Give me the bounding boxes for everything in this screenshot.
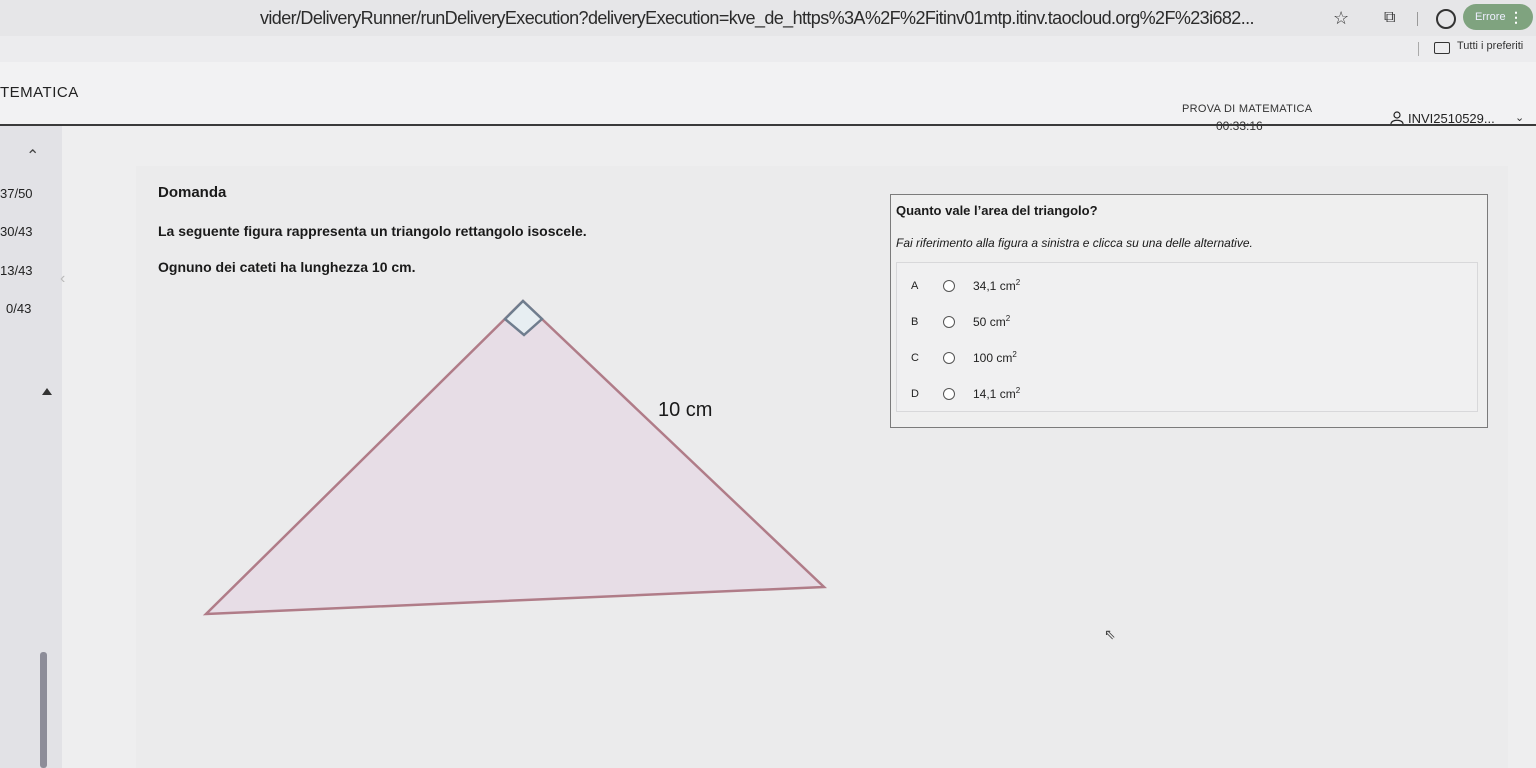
chevron-down-icon[interactable]: ⌄ [1515, 111, 1524, 124]
answer-hint: Fai riferimento alla figura a sinistra e… [896, 236, 1253, 250]
sidebar-item[interactable]: 13/43 [0, 263, 56, 278]
subject-title: TEMATICA [0, 84, 79, 101]
choice-exponent: 2 [1005, 314, 1011, 323]
choice-exponent: 2 [1015, 386, 1021, 395]
scrollbar-thumb[interactable] [40, 652, 47, 768]
choice-letter: A [911, 280, 919, 292]
question-text-2: Ognuno dei cateti ha lunghezza 10 cm. [158, 259, 416, 275]
user-icon [1390, 111, 1404, 125]
sidebar-item[interactable]: 37/50 [0, 186, 56, 201]
error-button[interactable]: Errore ⋮ [1463, 4, 1533, 30]
choice-value: 100 cm2 [973, 350, 1017, 365]
bookmarks-bar: Tutti i preferiti [0, 36, 1536, 62]
chevron-left-icon[interactable]: ‹ [60, 270, 65, 288]
answer-question: Quanto vale l’area del triangolo? [896, 203, 1098, 218]
choice-unit: cm [989, 315, 1006, 329]
choice-exponent: 2 [1015, 278, 1021, 287]
choice-unit: cm [999, 279, 1016, 293]
choice-letter: B [911, 316, 919, 328]
choice-number: 100 [973, 351, 994, 365]
choice-value: 34,1 cm2 [973, 278, 1020, 293]
extensions-icon[interactable]: ⧉ [1384, 9, 1395, 27]
section-sidebar: ⌃ 37/50 30/43 13/43 0/43 [0, 126, 62, 768]
folder-icon[interactable] [1434, 42, 1450, 54]
choice-value: 14,1 cm2 [973, 386, 1020, 401]
all-bookmarks-link[interactable]: Tutti i preferiti [1457, 40, 1523, 52]
browser-toolbar: vider/DeliveryRunner/runDeliveryExecutio… [0, 0, 1536, 37]
radio-icon[interactable] [943, 280, 955, 292]
question-text-1: La seguente figura rappresenta un triang… [158, 223, 587, 239]
choice-c[interactable]: C 100 cm2 [897, 347, 1197, 371]
chevron-up-icon[interactable]: ⌃ [26, 146, 39, 166]
choice-exponent: 2 [1012, 350, 1017, 359]
choice-b[interactable]: B 50 cm2 [897, 311, 1197, 335]
address-bar[interactable]: vider/DeliveryRunner/runDeliveryExecutio… [260, 6, 1350, 30]
radio-icon[interactable] [943, 388, 955, 400]
choice-letter: D [911, 388, 919, 400]
menu-dots-icon: ⋮ [1509, 9, 1523, 25]
toolbar-divider [1417, 12, 1418, 26]
timer: 00:33:16 [1216, 119, 1263, 133]
choice-number: 50 [973, 315, 987, 329]
user-id: INVI2510529... [1408, 111, 1495, 126]
radio-icon[interactable] [943, 352, 955, 364]
profile-icon[interactable] [1436, 9, 1456, 29]
question-title: Domanda [158, 184, 227, 201]
radio-icon[interactable] [943, 316, 955, 328]
triangle-up-icon [42, 388, 52, 395]
app-header: TEMATICA [0, 62, 1536, 126]
right-triangle-shape [202, 299, 827, 616]
error-button-label: Errore [1475, 11, 1506, 23]
choice-unit: cm [999, 387, 1016, 401]
choice-unit: cm [996, 351, 1013, 365]
choice-number: 14,1 [973, 387, 997, 401]
choice-letter: C [911, 352, 919, 364]
choice-number: 34,1 [973, 279, 997, 293]
choice-value: 50 cm2 [973, 314, 1010, 329]
sidebar-item[interactable]: 0/43 [6, 301, 62, 316]
choice-a[interactable]: A 34,1 cm2 [897, 275, 1197, 299]
bookmark-star-icon[interactable]: ☆ [1333, 8, 1349, 29]
sidebar-item[interactable]: 30/43 [0, 224, 56, 239]
choices-list: A 34,1 cm2 B 50 cm2 C 100 cm2 D 14,1 cm2 [896, 262, 1478, 412]
test-name: PROVA DI MATEMATICA [1182, 103, 1313, 115]
triangle-figure: 10 cm [202, 299, 827, 616]
leg-length-label: 10 cm [658, 399, 712, 421]
user-menu[interactable]: INVI2510529... [1390, 111, 1495, 126]
choice-d[interactable]: D 14,1 cm2 [897, 383, 1197, 407]
mouse-pointer-icon: ⇖ [1104, 626, 1116, 642]
bookmarks-divider [1418, 42, 1419, 56]
